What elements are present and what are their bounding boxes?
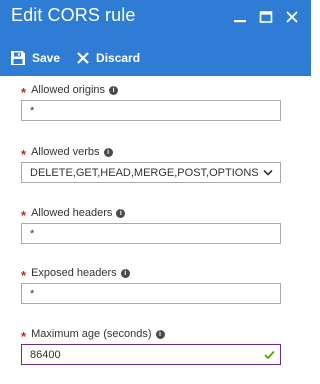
info-icon[interactable]: i <box>120 268 130 278</box>
close-icon <box>286 11 298 23</box>
allowed-verbs-label: Allowed verbs <box>31 146 100 158</box>
required-marker: * <box>21 267 27 283</box>
info-icon[interactable]: i <box>103 147 113 157</box>
discard-button[interactable]: Discard <box>76 51 140 65</box>
max-age-value: 86400 <box>30 348 61 361</box>
allowed-headers-input[interactable]: * <box>21 223 281 244</box>
close-button[interactable] <box>279 6 305 28</box>
blade-title: Edit CORS rule <box>11 5 136 25</box>
command-bar: Save Discard <box>10 48 156 68</box>
blade-header: Edit CORS rule Save Discard <box>0 0 311 76</box>
checkmark-icon <box>264 350 275 360</box>
save-icon <box>11 51 25 65</box>
max-age-label: Maximum age (seconds) <box>31 328 152 340</box>
discard-icon <box>77 52 89 64</box>
allowed-verbs-dropdown[interactable]: DELETE,GET,HEAD,MERGE,POST,OPTIONS,PUT <box>21 162 281 183</box>
allowed-origins-input[interactable]: * <box>21 100 281 121</box>
exposed-headers-label: Exposed headers <box>31 267 117 279</box>
exposed-headers-label-row: * Exposed headers i <box>21 265 130 283</box>
allowed-origins-label-row: * Allowed origins i <box>21 82 119 100</box>
discard-label: Discard <box>96 51 141 65</box>
max-age-input[interactable]: 86400 <box>21 344 281 365</box>
save-label: Save <box>32 51 61 65</box>
allowed-origins-value: * <box>30 104 35 117</box>
minimize-button[interactable] <box>227 6 253 28</box>
allowed-verbs-label-row: * Allowed verbs i <box>21 144 113 162</box>
required-marker: * <box>21 84 27 100</box>
maximize-button[interactable] <box>253 6 279 28</box>
allowed-headers-label-row: * Allowed headers i <box>21 205 126 223</box>
allowed-verbs-value: DELETE,GET,HEAD,MERGE,POST,OPTIONS,PUT <box>30 166 258 179</box>
maximize-icon <box>259 11 273 23</box>
allowed-headers-value: * <box>30 227 35 240</box>
max-age-label-row: * Maximum age (seconds) i <box>21 326 165 344</box>
exposed-headers-value: * <box>30 287 35 300</box>
info-icon[interactable]: i <box>116 208 126 218</box>
exposed-headers-input[interactable]: * <box>21 283 281 304</box>
chevron-down-icon <box>263 169 273 176</box>
minimize-icon <box>234 20 246 23</box>
allowed-origins-label: Allowed origins <box>31 84 106 96</box>
info-icon[interactable]: i <box>155 329 165 339</box>
info-icon[interactable]: i <box>109 85 119 95</box>
save-button[interactable]: Save <box>10 50 60 66</box>
allowed-headers-label: Allowed headers <box>31 207 113 219</box>
required-marker: * <box>21 146 27 162</box>
window-controls <box>227 6 305 28</box>
required-marker: * <box>21 328 27 344</box>
required-marker: * <box>21 207 27 223</box>
